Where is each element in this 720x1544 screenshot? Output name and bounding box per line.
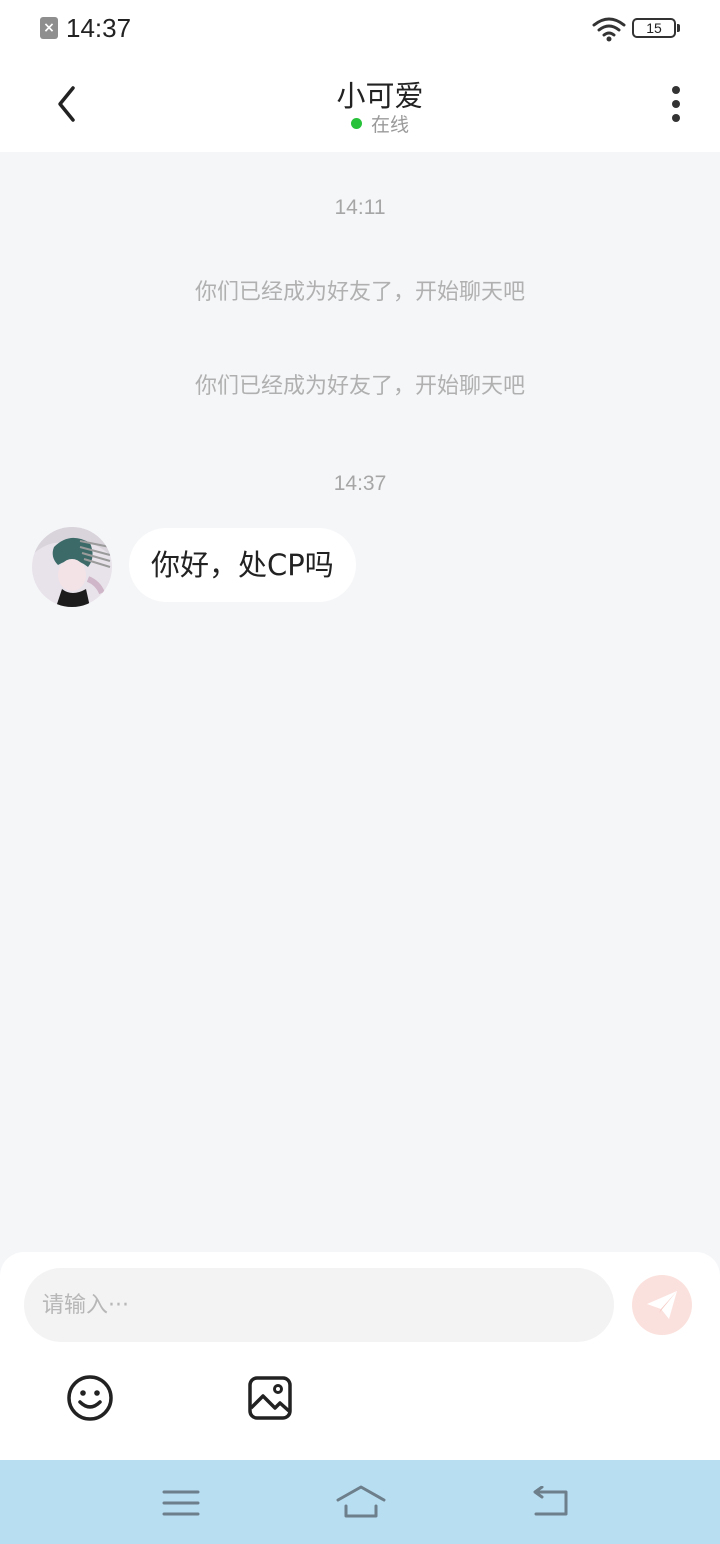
system-message: 你们已经成为好友了，开始聊天吧 [194, 280, 525, 305]
system-message: 你们已经成为好友了，开始聊天吧 [194, 374, 525, 399]
avatar[interactable] [32, 527, 112, 607]
chat-title: 小可爱 [336, 79, 424, 113]
online-status-label: 在线 [370, 114, 409, 136]
more-vertical-icon[interactable] [664, 84, 688, 124]
timestamp: 14:11 [334, 196, 386, 219]
chat-header: 小可爱 在线 [0, 58, 720, 152]
message-input[interactable] [24, 1268, 614, 1342]
input-panel [0, 1252, 720, 1460]
send-icon [647, 1291, 677, 1319]
home-icon[interactable] [336, 1484, 386, 1520]
message-bubble[interactable]: 你好，处CP吗 [129, 528, 356, 602]
emoji-icon[interactable] [66, 1374, 114, 1422]
chat-messages[interactable]: 14:11 你们已经成为好友了，开始聊天吧 你们已经成为好友了，开始聊天吧 14… [0, 152, 720, 1252]
send-button[interactable] [632, 1275, 692, 1335]
no-sim-icon: × [40, 17, 58, 39]
wifi-icon [592, 17, 626, 42]
menu-icon[interactable] [162, 1488, 200, 1518]
return-icon[interactable] [530, 1486, 570, 1518]
image-icon[interactable] [247, 1375, 293, 1421]
battery-indicator: 15 [632, 18, 676, 38]
battery-cap [677, 24, 680, 32]
status-bar: × 14:37 15 [0, 0, 720, 58]
system-nav-bar [0, 1460, 720, 1544]
online-status: 在线 [0, 110, 720, 137]
online-dot-icon [350, 118, 362, 129]
avatar-image [32, 527, 112, 607]
status-time: 14:37 [66, 13, 132, 43]
timestamp: 14:37 [333, 472, 387, 495]
